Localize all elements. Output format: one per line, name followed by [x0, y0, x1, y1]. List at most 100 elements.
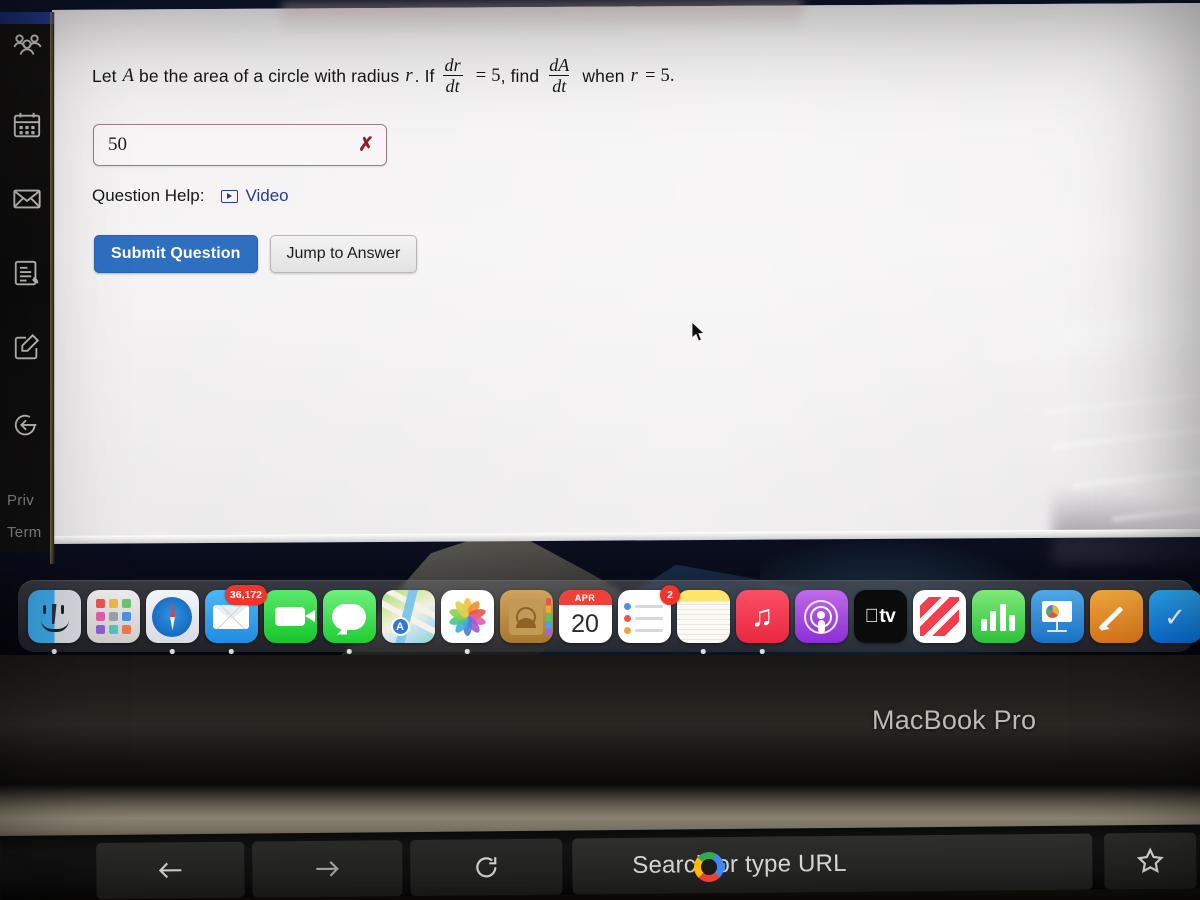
touchbar-bookmark-button[interactable]	[1104, 832, 1197, 890]
calendar-month: APR	[558, 590, 612, 605]
safari-icon	[145, 590, 199, 643]
contacts-icon	[499, 590, 553, 643]
finder-icon	[27, 590, 81, 643]
touchbar-reload-button[interactable]	[410, 838, 563, 897]
appletv-label: tv	[872, 605, 895, 627]
question-actions: Submit Question Jump to Answer	[94, 235, 418, 273]
music-icon: ♫	[735, 590, 789, 643]
question-help-row: Question Help: Video	[92, 186, 289, 206]
messages-icon	[322, 590, 376, 643]
running-indicator	[228, 649, 234, 654]
fraction-numerator: dr	[444, 55, 461, 75]
dock-item-mail[interactable]: 36,172	[203, 584, 267, 654]
sidebar-item-notes[interactable]	[8, 254, 46, 292]
calendar-day: 20	[571, 609, 599, 638]
photos-icon	[440, 590, 494, 643]
sidebar-item-calendar[interactable]	[8, 106, 46, 144]
mail-unread-badge: 36,172	[224, 584, 267, 605]
laptop-screen: Let A be the area of a circle with radiu…	[0, 0, 1200, 660]
dock-item-launchpad[interactable]	[85, 589, 141, 645]
prompt-text-if: . If	[414, 66, 435, 87]
dock-item-maps[interactable]: A	[380, 589, 436, 645]
math-equals-1: =	[475, 66, 487, 87]
submit-question-button[interactable]: Submit Question	[94, 235, 258, 273]
math-var-r-2: r	[630, 66, 638, 87]
forward-arrow-icon	[316, 861, 339, 877]
app-sidebar: Priv Term	[0, 12, 55, 564]
sidebar-item-people[interactable]	[8, 28, 46, 66]
running-indicator	[759, 649, 765, 654]
sidebar-item-back[interactable]	[8, 406, 46, 444]
math-var-A: A	[122, 66, 135, 87]
appstore-icon: ✓	[1148, 590, 1200, 643]
dock-item-finder[interactable]	[26, 589, 82, 654]
dock-item-numbers[interactable]	[970, 589, 1026, 645]
dock-item-facetime[interactable]	[262, 589, 318, 645]
sidebar-terms-link[interactable]: Term	[7, 524, 51, 541]
sidebar-edge-highlight	[50, 12, 55, 564]
dock-item-appstore[interactable]: ✓	[1147, 589, 1200, 645]
dock-item-music[interactable]: ♫	[734, 589, 790, 654]
dock-item-notes[interactable]	[675, 589, 731, 654]
maps-icon: A	[381, 590, 435, 643]
google-g-icon	[693, 851, 725, 883]
star-icon	[1136, 847, 1164, 874]
notes-icon	[676, 590, 730, 643]
fraction-denominator: dt	[549, 75, 570, 96]
pages-icon	[1089, 590, 1143, 643]
play-video-icon	[221, 189, 239, 203]
dock-item-photos[interactable]	[439, 589, 495, 654]
prompt-text-2: be the area of a circle with radius	[139, 66, 400, 87]
dock-item-reminders[interactable]: 2	[616, 584, 680, 645]
appletv-icon: tv	[853, 590, 907, 643]
prompt-text-find: , find	[500, 66, 540, 87]
numbers-icon	[971, 590, 1025, 643]
touchbar-url-field[interactable]: Search or type URL	[572, 833, 1093, 895]
dock-item-contacts[interactable]	[498, 589, 554, 645]
math-equals-2: =	[644, 66, 656, 87]
dock-item-safari[interactable]	[144, 589, 200, 654]
question-prompt: Let A be the area of a circle with radiu…	[92, 55, 675, 97]
podcasts-icon	[794, 590, 848, 643]
mouse-cursor-icon	[691, 321, 706, 342]
reminders-badge: 2	[660, 584, 680, 605]
jump-to-answer-button[interactable]: Jump to Answer	[269, 235, 418, 273]
math-value-2: 5	[660, 66, 670, 87]
math-value-1: 5	[491, 66, 501, 87]
dock-item-calendar[interactable]: APR 20	[557, 589, 613, 645]
launchpad-icon	[86, 590, 140, 643]
news-icon	[912, 590, 966, 643]
answer-input[interactable]: 50 ✗	[93, 124, 387, 166]
touchbar-forward-button[interactable]	[252, 840, 403, 898]
macbook-pro-label: MacBook Pro	[872, 705, 1037, 735]
dock-item-news[interactable]	[911, 589, 967, 645]
sidebar-top-accent	[0, 12, 54, 24]
answer-input-value: 50	[108, 134, 127, 155]
dock-item-keynote[interactable]	[1029, 589, 1085, 645]
sidebar-item-compose[interactable]	[8, 328, 46, 366]
fraction-numerator: dA	[549, 55, 570, 75]
keynote-icon	[1030, 590, 1084, 643]
running-indicator	[346, 649, 352, 654]
prompt-period: .	[669, 66, 675, 87]
calendar-icon: APR 20	[558, 590, 612, 643]
touchbar-back-button[interactable]	[96, 841, 245, 900]
question-help-label: Question Help:	[92, 186, 205, 205]
sidebar-privacy-link[interactable]: Priv	[7, 492, 51, 509]
dock-item-appletv[interactable]: tv	[852, 589, 908, 645]
running-indicator	[464, 649, 470, 654]
fraction-denominator: dt	[442, 75, 463, 96]
photo-of-macbook: Let A be the area of a circle with radiu…	[0, 0, 1200, 900]
dock-item-podcasts[interactable]	[793, 589, 849, 645]
sidebar-item-mail[interactable]	[8, 180, 46, 218]
fraction-dA-dt: dA dt	[546, 56, 572, 96]
video-help-link[interactable]: Video	[221, 186, 289, 206]
math-var-r: r	[405, 66, 413, 87]
touch-bar: Search or type URL	[0, 824, 1200, 900]
facetime-icon	[263, 590, 317, 643]
incorrect-mark-icon: ✗	[358, 134, 374, 156]
running-indicator	[51, 649, 57, 654]
dock-item-messages[interactable]	[321, 589, 377, 654]
dock-item-pages[interactable]	[1088, 589, 1144, 645]
prompt-text-1: Let	[92, 66, 117, 87]
